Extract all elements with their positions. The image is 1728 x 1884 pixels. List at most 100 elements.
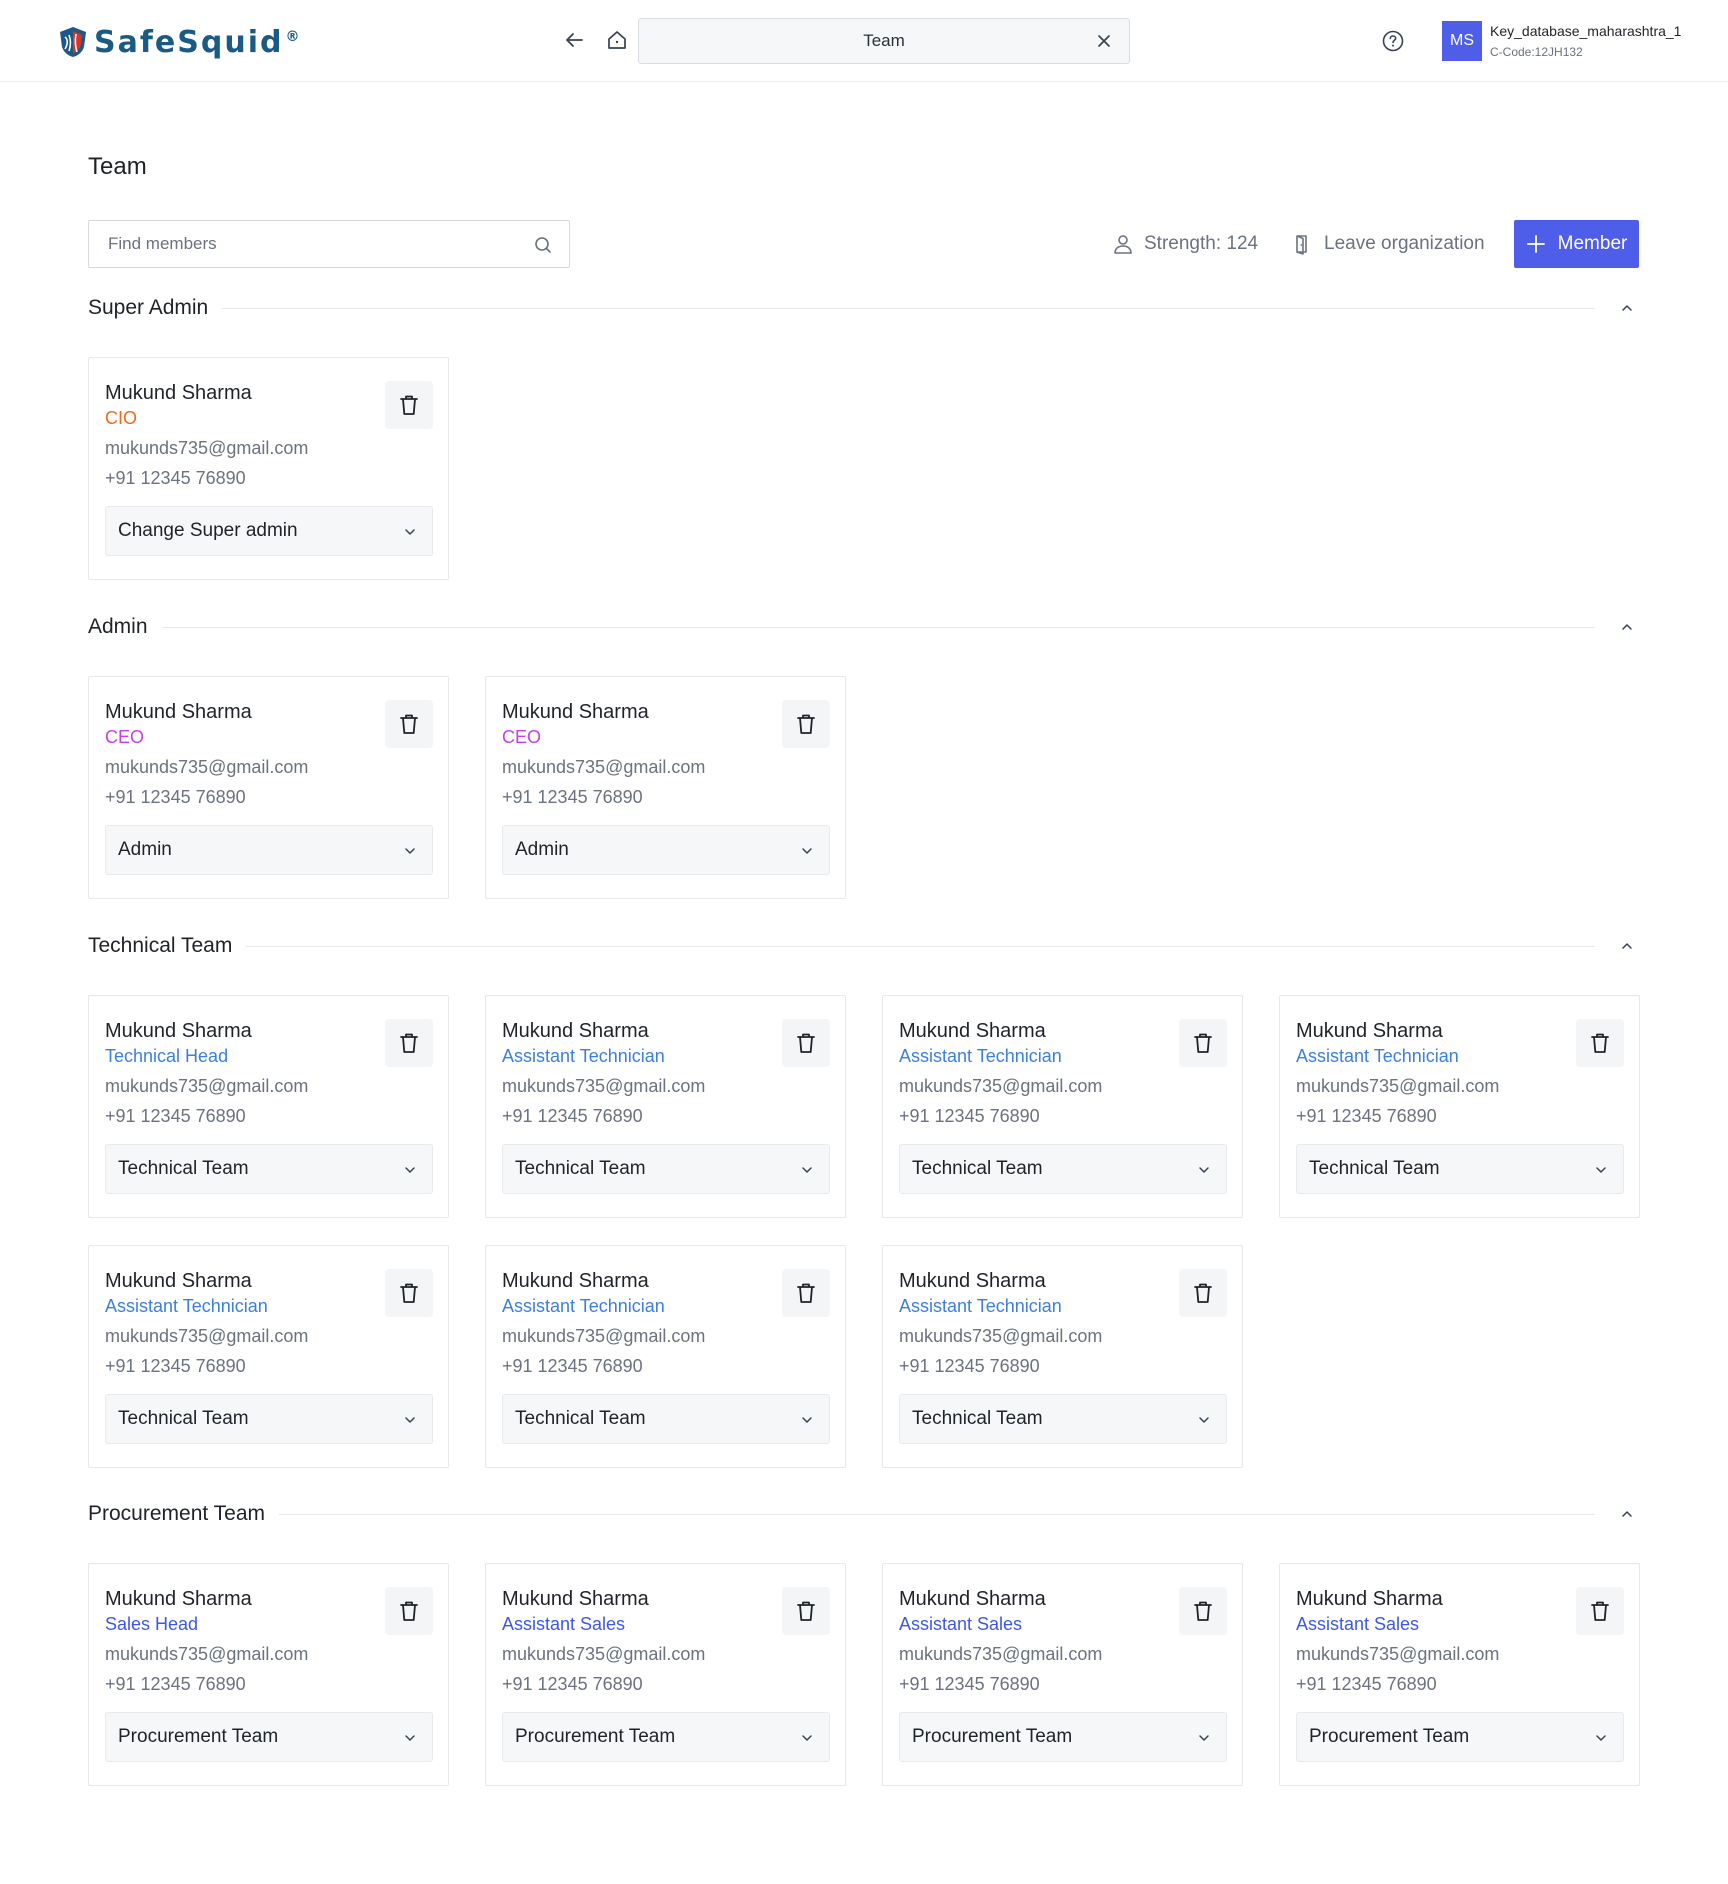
member-email: mukunds735@gmail.com [502,1326,706,1346]
trash-icon[interactable] [385,381,433,429]
member-email: mukunds735@gmail.com [899,1644,1103,1664]
open-tab[interactable]: Team [638,18,1130,64]
section-header: Super Admin [88,292,1639,324]
member-group-select[interactable]: Procurement Team [899,1712,1227,1762]
section-header: Technical Team [88,930,1639,962]
member-phone: +91 12345 76890 [502,1106,643,1126]
section-divider [222,307,1595,309]
member-name: Mukund Sharma [105,382,252,404]
member-phone: +91 12345 76890 [105,1356,246,1376]
chevron-up-icon[interactable] [1615,615,1639,639]
user-icon [1114,235,1132,254]
avatar[interactable]: MS [1442,21,1482,61]
member-card: Mukund Sharma CEO mukunds735@gmail.com +91 … [485,676,846,899]
member-group-select[interactable]: Technical Team [502,1394,830,1444]
search-icon[interactable] [533,235,553,255]
member-card: Mukund Sharma Assistant Technician mukunds… [882,995,1243,1218]
trash-icon[interactable] [782,1019,830,1067]
member-group-select[interactable]: Procurement Team [105,1712,433,1762]
help-icon[interactable] [1380,28,1406,54]
member-group-value: Technical Team [912,1408,1043,1429]
trash-icon[interactable] [385,1019,433,1067]
trash-icon[interactable] [385,1269,433,1317]
member-group-select[interactable]: Technical Team [1296,1144,1624,1194]
brand-logo[interactable]: SafeSquid ® [56,22,301,62]
member-group-select[interactable]: Procurement Team [1296,1712,1624,1762]
account-name: Key_database_maharashtra_1 [1490,23,1682,39]
member-card: Mukund Sharma Assistant Technician mukunds… [88,1245,449,1468]
search-input[interactable] [89,221,569,267]
close-icon[interactable] [1093,30,1115,52]
member-name: Mukund Sharma [899,1588,1046,1610]
member-group-value: Procurement Team [912,1726,1073,1747]
member-group-value: Technical Team [118,1158,249,1179]
trash-icon[interactable] [1179,1019,1227,1067]
trash-icon[interactable] [782,1587,830,1635]
trash-icon[interactable] [1576,1019,1624,1067]
strength-count: Strength: 124 [1144,233,1259,254]
member-name: Mukund Sharma [105,1588,252,1610]
member-card: Mukund Sharma Assistant Technician mukunds… [1279,995,1640,1218]
member-name: Mukund Sharma [105,701,252,723]
section-title: Procurement Team [88,1502,266,1525]
chevron-up-icon[interactable] [1615,1502,1639,1526]
member-role: Sales Head [105,1614,199,1634]
section-divider [279,1513,1595,1515]
member-group-select[interactable]: Technical Team [105,1394,433,1444]
member-group-select[interactable]: Technical Team [899,1394,1227,1444]
tab-title: Team [863,31,905,50]
trash-icon[interactable] [1179,1269,1227,1317]
member-email: mukunds735@gmail.com [105,1076,309,1096]
member-card: Mukund Sharma Assistant Technician mukunds… [485,995,846,1218]
member-card: Mukund Sharma Assistant Sales mukunds735@g… [1279,1563,1640,1786]
member-group-select[interactable]: Change Super admin [105,506,433,556]
member-email: mukunds735@gmail.com [502,757,706,777]
member-email: mukunds735@gmail.com [105,1326,309,1346]
member-group-select[interactable]: Technical Team [899,1144,1227,1194]
leave-label: Leave organization [1324,233,1485,254]
member-phone: +91 12345 76890 [105,468,246,488]
account-code: C-Code:12JH132 [1490,45,1583,59]
member-group-select[interactable]: Technical Team [105,1144,433,1194]
member-name: Mukund Sharma [105,1270,252,1292]
trash-icon[interactable] [782,1269,830,1317]
chevron-up-icon[interactable] [1615,296,1639,320]
trash-icon[interactable] [1576,1587,1624,1635]
member-group-select[interactable]: Admin [502,825,830,875]
section-title: Admin [88,615,148,638]
section-technical-team: Technical Team [88,930,1639,962]
member-role: Assistant Technician [502,1046,665,1066]
member-role: Assistant Technician [105,1296,268,1316]
add-member-button[interactable]: Member [1514,220,1639,268]
brand-name: SafeSquid ® [94,24,302,60]
member-name: Mukund Sharma [502,1270,649,1292]
back-arrow-icon[interactable] [560,26,588,54]
member-group-select[interactable]: Procurement Team [502,1712,830,1762]
section-header: Admin [88,611,1639,643]
member-name: Mukund Sharma [899,1270,1046,1292]
member-email: mukunds735@gmail.com [502,1644,706,1664]
member-group-value: Technical Team [515,1408,646,1429]
member-group-select[interactable]: Technical Team [502,1144,830,1194]
trash-icon[interactable] [385,1587,433,1635]
trash-icon[interactable] [782,700,830,748]
member-name: Mukund Sharma [105,1020,252,1042]
member-phone: +91 12345 76890 [105,1674,246,1694]
member-phone: +91 12345 76890 [105,1106,246,1126]
member-button-label: Member [1557,233,1628,254]
registered-mark: ® [285,28,302,45]
member-role: Assistant Sales [502,1614,626,1634]
member-card: Mukund Sharma CIO mukunds735@gmail.com +91 … [88,357,449,580]
section-title: Technical Team [88,934,233,957]
section-super-admin: Super Admin [88,292,1639,324]
chevron-up-icon[interactable] [1615,934,1639,958]
trash-icon[interactable] [1179,1587,1227,1635]
home-icon[interactable] [603,26,631,54]
member-role: CIO [105,408,138,428]
team-strength: Strength: 124 [1112,230,1258,258]
member-phone: +91 12345 76890 [899,1356,1040,1376]
member-group-value: Admin [515,839,569,860]
member-group-select[interactable]: Admin [105,825,433,875]
leave-organization-button[interactable]: Leave organization [1292,230,1485,258]
trash-icon[interactable] [385,700,433,748]
